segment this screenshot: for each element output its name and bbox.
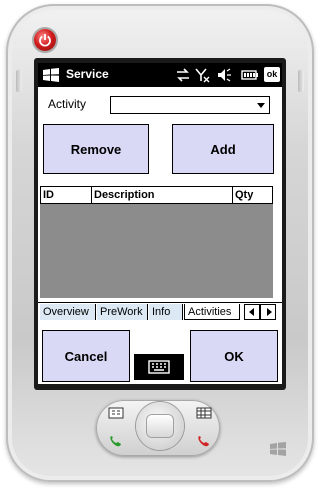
power-icon — [39, 34, 51, 47]
tab-info[interactable]: Info — [149, 304, 183, 320]
power-button[interactable] — [34, 29, 56, 51]
speaker-icon[interactable] — [216, 67, 232, 83]
tab-activities[interactable]: Activities — [184, 304, 240, 320]
activity-value — [111, 101, 114, 113]
grid-softkey-icon[interactable] — [196, 407, 212, 419]
column-header-description[interactable]: Description — [92, 187, 232, 203]
calendar-softkey-icon[interactable] — [108, 407, 124, 419]
add-button[interactable]: Add — [172, 124, 274, 174]
windows-logo-icon — [270, 442, 286, 456]
windows-flag-icon[interactable] — [42, 67, 60, 83]
column-header-id[interactable]: ID — [41, 187, 91, 203]
cancel-button[interactable]: Cancel — [42, 330, 130, 382]
sync-arrows-icon[interactable] — [175, 67, 191, 83]
chevron-down-icon — [257, 103, 265, 108]
tab-scroll-right[interactable] — [260, 304, 276, 320]
side-button-right[interactable] — [298, 70, 304, 92]
tab-prework[interactable]: PreWork — [97, 304, 148, 320]
tab-scroll-left[interactable] — [244, 304, 260, 320]
ok-button[interactable]: OK — [190, 330, 278, 382]
arrow-left-icon — [249, 308, 254, 316]
keyboard-icon — [148, 360, 170, 374]
title-bar: Service ok — [38, 63, 282, 87]
action-button[interactable] — [147, 415, 173, 437]
tab-overview[interactable]: Overview — [40, 304, 96, 320]
input-panel-button[interactable] — [134, 354, 184, 380]
arrow-right-icon — [267, 308, 272, 316]
phone-answer-icon[interactable] — [108, 434, 124, 448]
phone-end-icon[interactable] — [196, 434, 212, 448]
titlebar-ok-button[interactable]: ok — [264, 67, 280, 82]
battery-icon[interactable] — [241, 67, 259, 83]
window-title: Service — [66, 67, 109, 81]
no-signal-icon[interactable] — [194, 67, 210, 83]
side-button-left[interactable] — [16, 70, 22, 92]
activity-dropdown[interactable] — [110, 96, 270, 114]
tab-bar: Overview PreWork Info Activities — [38, 302, 282, 321]
remove-button[interactable]: Remove — [43, 124, 149, 174]
activity-label: Activity — [48, 97, 87, 111]
table-header: ID Description Qty — [40, 186, 273, 204]
column-header-qty[interactable]: Qty — [233, 187, 272, 203]
